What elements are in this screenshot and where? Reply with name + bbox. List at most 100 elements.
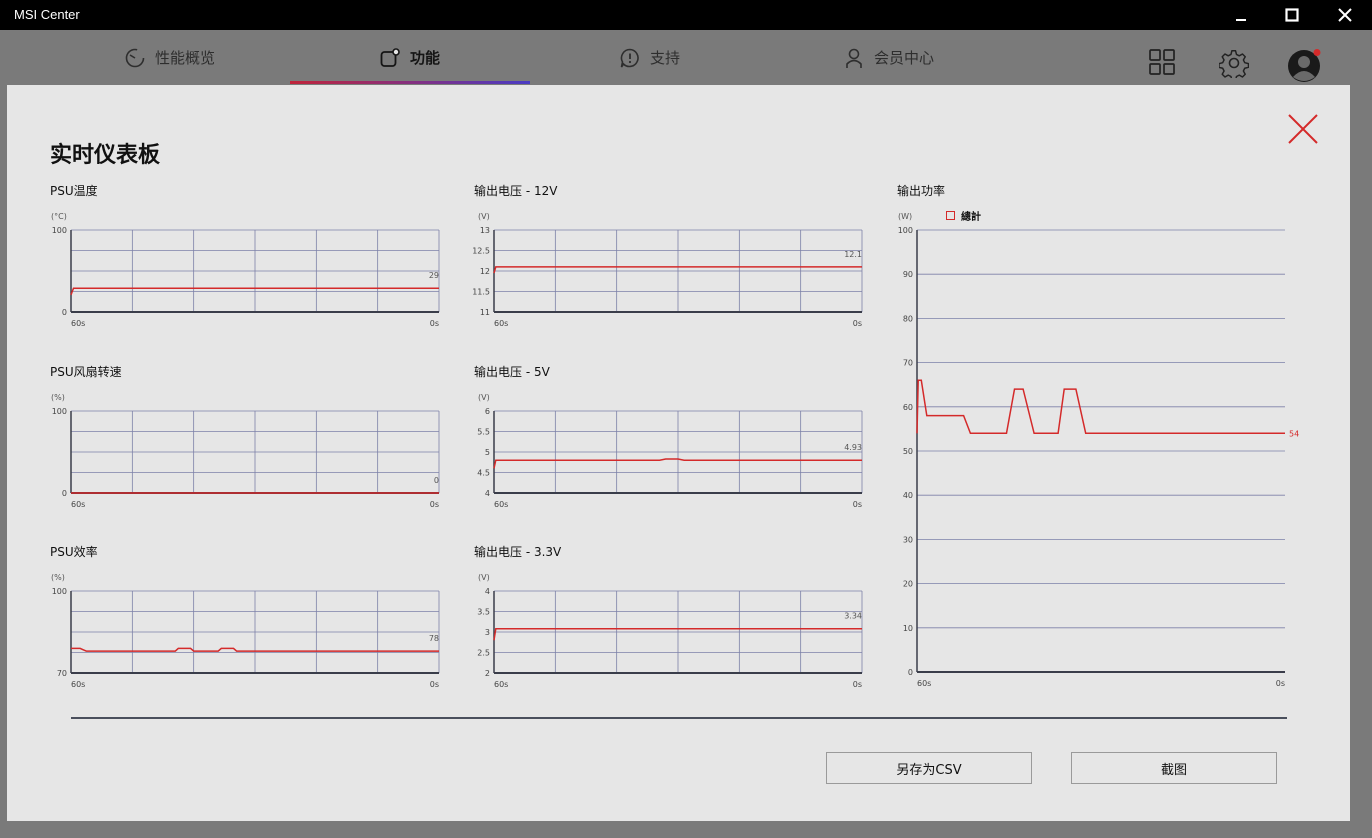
gauge-icon <box>125 48 145 67</box>
current-value-label: 12.1 <box>844 250 862 259</box>
unit-psu-fan: (%) <box>51 393 65 402</box>
y-tick-label: 20 <box>903 580 913 589</box>
close-icon <box>1338 8 1352 22</box>
chart-legend: 總計 <box>946 208 981 223</box>
chart-title-v33: 输出电压 - 3.3V <box>474 545 562 559</box>
x-tick-label: 0s <box>430 319 439 328</box>
close-window-button[interactable] <box>1322 0 1368 30</box>
legend-swatch <box>946 211 955 220</box>
x-tick-label: 0s <box>853 680 862 689</box>
x-tick-label: 0s <box>853 319 862 328</box>
current-value-label: 3.34 <box>844 612 862 621</box>
y-tick-label: 100 <box>52 407 67 416</box>
y-tick-label: 0 <box>62 489 67 498</box>
chart-title-psu-fan: PSU风扇转速 <box>50 365 122 379</box>
y-tick-label: 70 <box>903 359 913 368</box>
tab-features[interactable]: 功能 <box>379 30 440 85</box>
active-tab-indicator <box>290 81 530 84</box>
x-tick-label: 60s <box>71 319 85 328</box>
notification-dot <box>1313 49 1321 56</box>
settings-button[interactable] <box>1218 48 1250 82</box>
maximize-icon <box>1285 8 1299 22</box>
y-tick-label: 40 <box>903 491 913 500</box>
chart-title-v12: 输出电压 - 12V <box>474 184 558 198</box>
y-tick-label: 30 <box>903 535 913 544</box>
unit-v33: (V) <box>478 573 490 582</box>
chart-psu-temp: 010060s 0s29010060s 0s07010060s 0s781111.51… <box>52 226 1299 689</box>
y-tick-label: 0 <box>908 668 913 677</box>
y-tick-label: 4.5 <box>477 469 490 478</box>
unit-v5: (V) <box>478 393 490 402</box>
chart-title-v5: 输出电压 - 5V <box>474 365 550 379</box>
y-tick-label: 5 <box>485 448 490 457</box>
x-tick-label: 60s <box>71 680 85 689</box>
y-tick-label: 60 <box>903 403 913 412</box>
minimize-button[interactable] <box>1218 0 1264 30</box>
save-as-csv-button[interactable]: 另存为CSV <box>826 752 1032 784</box>
y-tick-label: 100 <box>52 587 67 596</box>
legend-label: 總計 <box>961 212 981 223</box>
y-tick-label: 2.5 <box>477 649 490 658</box>
grid-icon <box>1149 49 1175 75</box>
y-tick-label: 6 <box>485 407 490 416</box>
main-navigation: 性能概览 功能 支持 会员中心 <box>0 30 1372 85</box>
x-tick-label: 60s <box>71 500 85 509</box>
x-tick-label: 0s <box>430 500 439 509</box>
y-tick-label: 0 <box>62 308 67 317</box>
gear-icon <box>1218 50 1250 81</box>
realtime-dashboard-dialog: 实时仪表板 PSU温度 (°C) 0 100 60s 0s 29 0 100 60s 0s 0 70… <box>7 85 1350 821</box>
title-bar: MSI Center <box>0 0 1372 30</box>
unit-psu-efficiency: (%) <box>51 573 65 582</box>
x-tick-label: 60s <box>494 500 508 509</box>
y-tick-label: 12.5 <box>472 247 490 256</box>
unit-v12: (V) <box>478 212 490 221</box>
y-tick-label: 3 <box>485 628 490 637</box>
current-value-label: 78 <box>429 634 439 643</box>
x-tick-label: 60s <box>494 680 508 689</box>
current-value-label: 29 <box>429 271 439 280</box>
y-tick-label: 100 <box>898 226 913 235</box>
minimize-icon <box>1236 19 1246 21</box>
y-tick-label: 10 <box>903 624 913 633</box>
divider <box>71 717 1287 719</box>
y-tick-label: 3.5 <box>477 608 490 617</box>
y-tick-label: 12 <box>480 267 490 276</box>
y-tick-label: 4 <box>485 587 490 596</box>
y-tick-label: 80 <box>903 314 913 323</box>
x-tick-label: 0s <box>853 500 862 509</box>
support-icon <box>620 48 639 67</box>
tab-label: 会员中心 <box>874 49 935 67</box>
chart-title-power: 输出功率 <box>897 184 946 198</box>
x-tick-label: 0s <box>1276 679 1285 688</box>
avatar[interactable] <box>1287 49 1323 87</box>
y-tick-label: 70 <box>57 669 67 678</box>
tab-support[interactable]: 支持 <box>619 30 680 85</box>
y-tick-label: 4 <box>485 489 490 498</box>
screenshot-button[interactable]: 截图 <box>1071 752 1277 784</box>
unit-power: (W) <box>898 212 913 221</box>
x-tick-label: 0s <box>430 680 439 689</box>
current-value-label: 0 <box>434 476 439 485</box>
tab-label: 功能 <box>410 49 441 67</box>
app-grid-button[interactable] <box>1148 48 1176 80</box>
current-value-label: 4.93 <box>844 443 862 452</box>
chart-title-psu-efficiency: PSU效率 <box>50 545 98 559</box>
tab-label: 性能概览 <box>155 49 216 67</box>
y-tick-label: 11 <box>480 308 490 317</box>
y-tick-label: 50 <box>903 447 913 456</box>
tab-member-center[interactable]: 会员中心 <box>843 30 934 85</box>
features-icon <box>380 47 400 67</box>
avatar-icon <box>1288 49 1321 82</box>
current-value-label: 54 <box>1289 429 1299 438</box>
x-tick-label: 60s <box>494 319 508 328</box>
y-tick-label: 5.5 <box>477 428 490 437</box>
scrollbar[interactable] <box>1357 30 1372 838</box>
app-title: MSI Center <box>14 7 80 22</box>
x-tick-label: 60s <box>917 679 931 688</box>
y-tick-label: 13 <box>480 226 490 235</box>
y-tick-label: 11.5 <box>472 288 490 297</box>
y-tick-label: 100 <box>52 226 67 235</box>
maximize-button[interactable] <box>1269 0 1315 30</box>
user-icon <box>846 48 862 68</box>
tab-performance-overview[interactable]: 性能概览 <box>124 30 215 85</box>
